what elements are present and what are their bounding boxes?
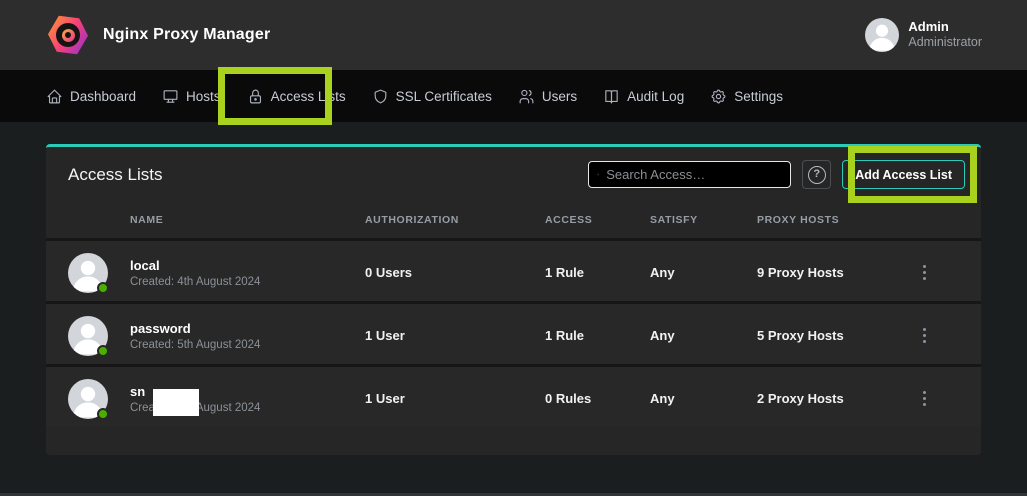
access-value: 0 Rules bbox=[545, 391, 650, 406]
proxy-hosts-value: 5 Proxy Hosts bbox=[757, 328, 907, 343]
authorization-value: 0 Users bbox=[365, 265, 545, 280]
user-avatar-icon bbox=[865, 18, 899, 52]
app-title: Nginx Proxy Manager bbox=[103, 26, 270, 44]
content-area: Access Lists ? Add Access List NAME AUTH… bbox=[0, 122, 1027, 496]
nav-label: Hosts bbox=[186, 89, 221, 104]
nav-item-dashboard[interactable]: Dashboard bbox=[46, 88, 136, 105]
nav-item-users[interactable]: Users bbox=[518, 88, 577, 105]
authorization-value: 1 User bbox=[365, 391, 545, 406]
kebab-menu-icon[interactable] bbox=[915, 367, 933, 430]
main-nav: Dashboard Hosts Access Lists SSL Certifi… bbox=[0, 70, 1027, 122]
gear-icon bbox=[710, 88, 727, 105]
user-name: Admin bbox=[908, 19, 982, 35]
panel-header: Access Lists ? Add Access List bbox=[46, 147, 981, 202]
user-role: Administrator bbox=[908, 35, 982, 51]
nav-item-ssl-certificates[interactable]: SSL Certificates bbox=[372, 88, 492, 105]
col-header-name: NAME bbox=[130, 214, 365, 226]
top-bar: Nginx Proxy Manager Admin Administrator bbox=[0, 0, 1027, 70]
satisfy-value: Any bbox=[650, 265, 757, 280]
col-header-proxy-hosts: PROXY HOSTS bbox=[757, 214, 907, 226]
access-lists-panel: Access Lists ? Add Access List NAME AUTH… bbox=[46, 144, 981, 455]
table-row[interactable]: local Created: 4th August 2024 0 Users 1… bbox=[46, 238, 981, 301]
access-list-created: Created: 4th August 2024 bbox=[130, 276, 365, 288]
nav-item-hosts[interactable]: Hosts bbox=[162, 88, 221, 105]
col-header-access: ACCESS bbox=[545, 214, 650, 226]
nav-label: Settings bbox=[734, 89, 783, 104]
access-list-name: local bbox=[130, 258, 365, 273]
nav-item-audit-log[interactable]: Audit Log bbox=[603, 88, 684, 105]
col-header-authorization: AUTHORIZATION bbox=[365, 214, 545, 226]
help-icon: ? bbox=[808, 166, 826, 184]
search-input[interactable] bbox=[606, 167, 782, 182]
monitor-icon bbox=[162, 88, 179, 105]
online-status-dot bbox=[97, 282, 109, 294]
npm-logo bbox=[48, 15, 88, 55]
users-icon bbox=[518, 88, 535, 105]
add-access-list-button[interactable]: Add Access List bbox=[842, 160, 965, 189]
kebab-menu-icon[interactable] bbox=[915, 241, 933, 304]
online-status-dot bbox=[97, 345, 109, 357]
home-icon bbox=[46, 88, 63, 105]
col-header-satisfy: SATISFY bbox=[650, 214, 757, 226]
nav-item-access-lists[interactable]: Access Lists bbox=[247, 88, 346, 105]
help-button[interactable]: ? bbox=[802, 160, 831, 189]
proxy-hosts-value: 9 Proxy Hosts bbox=[757, 265, 907, 280]
shield-icon bbox=[372, 88, 389, 105]
nav-label: Audit Log bbox=[627, 89, 684, 104]
nav-item-settings[interactable]: Settings bbox=[710, 88, 783, 105]
access-list-name: password bbox=[130, 321, 365, 336]
search-box bbox=[588, 161, 791, 188]
user-menu[interactable]: Admin Administrator bbox=[865, 18, 982, 52]
nav-label: Users bbox=[542, 89, 577, 104]
panel-title: Access Lists bbox=[68, 165, 162, 185]
kebab-menu-icon[interactable] bbox=[915, 304, 933, 367]
satisfy-value: Any bbox=[650, 391, 757, 406]
access-list-created: Created: 5th August 2024 bbox=[130, 339, 365, 351]
nav-label: Access Lists bbox=[271, 89, 346, 104]
book-icon bbox=[603, 88, 620, 105]
online-status-dot bbox=[97, 408, 109, 420]
table-row[interactable]: password Created: 5th August 2024 1 User… bbox=[46, 301, 981, 364]
authorization-value: 1 User bbox=[365, 328, 545, 343]
search-icon bbox=[597, 167, 599, 182]
lock-icon bbox=[247, 88, 264, 105]
access-value: 1 Rule bbox=[545, 265, 650, 280]
table-header: NAME AUTHORIZATION ACCESS SATISFY PROXY … bbox=[46, 202, 981, 238]
redaction-box bbox=[153, 389, 199, 416]
proxy-hosts-value: 2 Proxy Hosts bbox=[757, 391, 907, 406]
access-value: 1 Rule bbox=[545, 328, 650, 343]
nav-label: SSL Certificates bbox=[396, 89, 492, 104]
npm-logo-dot bbox=[62, 29, 75, 42]
table-row[interactable]: sn Created: 5th August 2024 1 User 0 Rul… bbox=[46, 364, 981, 427]
satisfy-value: Any bbox=[650, 328, 757, 343]
nav-label: Dashboard bbox=[70, 89, 136, 104]
npm-logo-ring bbox=[56, 23, 80, 47]
